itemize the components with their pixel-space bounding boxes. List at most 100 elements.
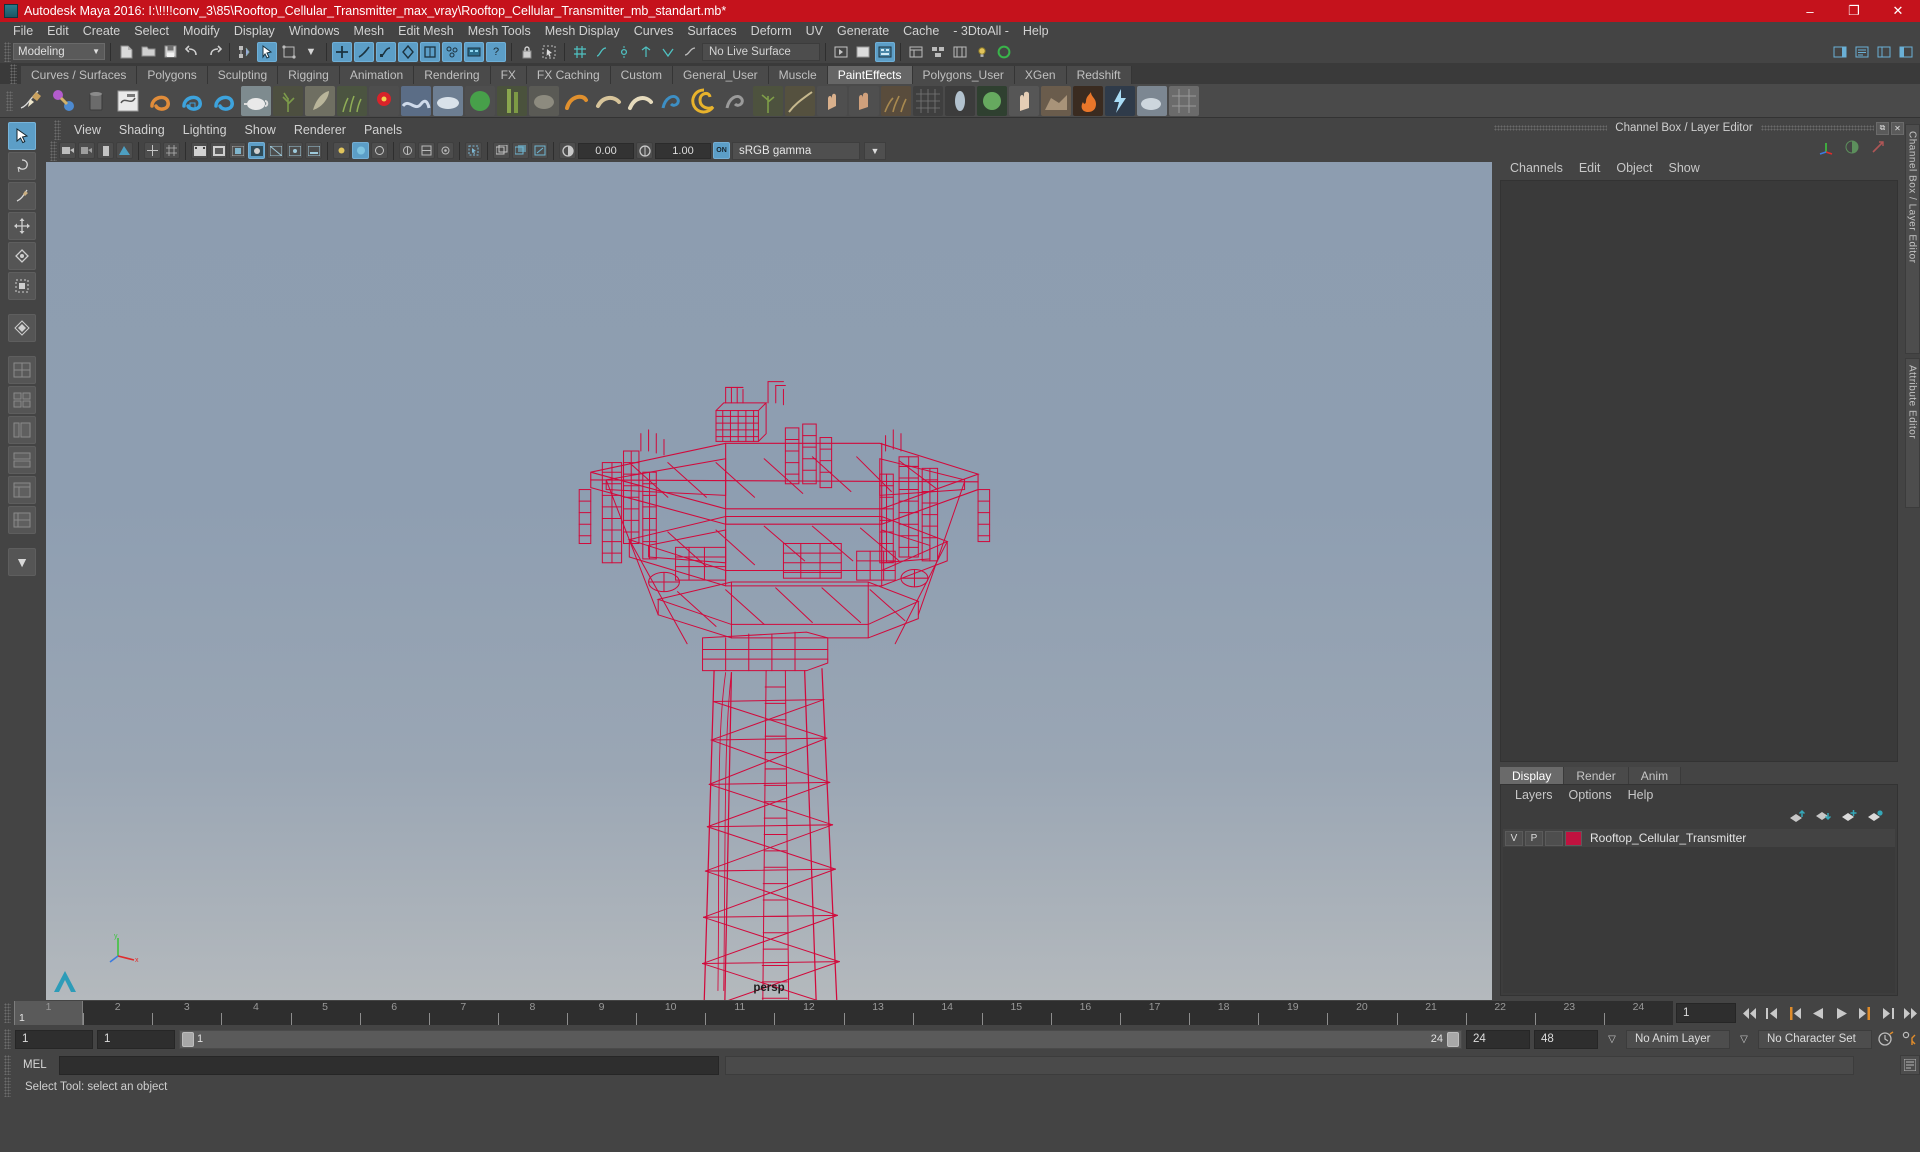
minimize-button[interactable]: – [1788, 0, 1832, 22]
new-layer-from-selection-icon[interactable] [1867, 809, 1883, 823]
maximize-button[interactable]: ❐ [1832, 0, 1876, 22]
script-editor-icon[interactable] [1900, 1055, 1920, 1075]
mask-dynamics-icon[interactable] [442, 41, 462, 62]
preset-lightning-icon[interactable] [1105, 85, 1135, 116]
snap-curve-icon[interactable] [592, 42, 612, 62]
toggle-channel-box-icon[interactable] [1874, 42, 1894, 62]
menu-help[interactable]: Help [1016, 22, 1056, 40]
preset-tree-icon[interactable] [753, 85, 783, 116]
menu-edit[interactable]: Edit [40, 22, 76, 40]
shelf-tab-general-user[interactable]: General_User [672, 66, 769, 84]
layer-list[interactable]: V P Rooftop_Cellular_Transmitter [1503, 829, 1895, 993]
display-toggle-icon[interactable] [1844, 139, 1860, 155]
command-line-grip[interactable] [4, 1055, 11, 1075]
channel-box-menu-channels[interactable]: Channels [1502, 161, 1571, 175]
paint-brush-icon[interactable] [17, 85, 47, 116]
isolate-select-icon[interactable] [465, 142, 482, 160]
two-d-pan-zoom-icon[interactable] [144, 142, 161, 160]
move-tool[interactable] [8, 212, 36, 240]
texture-toggle-icon[interactable] [352, 142, 369, 160]
step-back-frame-button[interactable] [1785, 1003, 1805, 1023]
menu-3dtoall[interactable]: - 3DtoAll - [946, 22, 1016, 40]
color-profile-dropdown[interactable]: sRGB gamma [732, 141, 860, 160]
shelf-tab-xgen[interactable]: XGen [1014, 66, 1067, 84]
command-language-label[interactable]: MEL [17, 1059, 53, 1071]
bookmark-icon[interactable] [97, 142, 114, 160]
mask-rendering-icon[interactable] [464, 41, 484, 62]
animation-preferences-icon[interactable] [1876, 1029, 1896, 1049]
paint-effects-canvas-icon[interactable] [113, 86, 143, 116]
channel-box-menu-show[interactable]: Show [1661, 161, 1708, 175]
preset-flower-red-icon[interactable] [369, 85, 399, 116]
last-tool-used[interactable] [8, 314, 36, 342]
preset-mesh-icon[interactable] [913, 85, 943, 116]
layer-tab-anim[interactable]: Anim [1628, 767, 1682, 784]
character-set-dropdown[interactable]: No Character Set [1758, 1029, 1872, 1049]
highlight-selection-icon[interactable] [539, 42, 559, 62]
color-wheel-icon[interactable] [994, 42, 1014, 62]
viewport-menu-show[interactable]: Show [236, 123, 285, 137]
lasso-tool[interactable] [8, 152, 36, 180]
time-slider-grip[interactable] [4, 1003, 11, 1023]
menu-curves[interactable]: Curves [627, 22, 681, 40]
shelf-icons-grip[interactable] [6, 90, 13, 111]
range-end-handle[interactable] [1447, 1031, 1459, 1047]
viewport-menu-renderer[interactable]: Renderer [285, 123, 355, 137]
camera-attributes-icon[interactable] [78, 142, 95, 160]
mask-misc-icon[interactable]: ? [486, 41, 506, 62]
menu-surfaces[interactable]: Surfaces [680, 22, 743, 40]
layer-tab-render[interactable]: Render [1564, 767, 1629, 784]
shelf-tab-redshift[interactable]: Redshift [1066, 66, 1132, 84]
lock-selection-icon[interactable] [517, 42, 537, 62]
snap-grid-icon[interactable] [570, 42, 590, 62]
layer-menu-options[interactable]: Options [1561, 788, 1620, 802]
channel-box-menu-object[interactable]: Object [1608, 161, 1660, 175]
preset-teapot-icon[interactable] [241, 85, 271, 116]
layout-outliner-persp[interactable] [8, 416, 36, 444]
snap-point-icon[interactable] [614, 42, 634, 62]
character-set-chevron-down-icon[interactable]: ▽ [1734, 1029, 1754, 1049]
menu-generate[interactable]: Generate [830, 22, 896, 40]
mask-surfaces-icon[interactable] [398, 41, 418, 62]
select-object-icon[interactable] [257, 41, 277, 62]
panel-drag-dots-right[interactable] [1760, 125, 1875, 131]
playback-start-field[interactable]: 1 [97, 1029, 175, 1049]
shelf-tab-fx[interactable]: FX [490, 66, 527, 84]
viewport-render-region-icon[interactable] [531, 142, 548, 160]
preset-grass-icon[interactable] [337, 85, 367, 116]
viewport-menu-lighting[interactable]: Lighting [174, 123, 236, 137]
selection-mask-chevron-icon[interactable]: ▼ [301, 42, 321, 62]
preset-bamboo-icon[interactable] [497, 85, 527, 116]
layout-hypershade[interactable] [8, 476, 36, 504]
menu-mesh[interactable]: Mesh [347, 22, 392, 40]
preset-swirl-grey-icon[interactable] [721, 86, 751, 116]
shelf-grip[interactable] [10, 64, 17, 84]
layout-bookmark-menu[interactable]: ▼ [8, 548, 36, 576]
layer-row[interactable]: V P Rooftop_Cellular_Transmitter [1503, 829, 1895, 847]
preset-hand1-icon[interactable] [817, 85, 847, 116]
layer-color-swatch[interactable] [1565, 830, 1582, 846]
shelf-tab-painteffects[interactable]: PaintEffects [827, 66, 913, 84]
layer-menu-layers[interactable]: Layers [1507, 788, 1561, 802]
new-scene-icon[interactable] [116, 42, 136, 62]
anim-layer-dropdown[interactable]: No Anim Layer [1626, 1029, 1730, 1049]
time-slider-ticks[interactable]: 1 1 2 3 4 5 6 7 8 9 10 11 12 13 14 15 16 17 18 19 20 21 22 23 24 [14, 1001, 1673, 1025]
panel-drag-dots[interactable] [1494, 125, 1608, 131]
shelf-tab-polygons-user[interactable]: Polygons_User [912, 66, 1015, 84]
ipr-render-icon[interactable] [875, 41, 895, 62]
menu-select[interactable]: Select [127, 22, 176, 40]
menu-edit-mesh[interactable]: Edit Mesh [391, 22, 461, 40]
select-hierarchy-icon[interactable] [235, 42, 255, 62]
xray-joints-icon[interactable] [286, 142, 303, 160]
playback-end-field[interactable]: 24 [1466, 1029, 1530, 1049]
snap-projected-center-icon[interactable] [636, 42, 656, 62]
shelf-tab-fx-caching[interactable]: FX Caching [526, 66, 611, 84]
preset-swirl-yellow-icon[interactable] [689, 86, 719, 116]
select-tool[interactable] [8, 122, 36, 150]
multisample-aa-icon[interactable] [418, 142, 435, 160]
close-button[interactable]: ✕ [1876, 0, 1920, 22]
anim-start-field[interactable]: 1 [15, 1029, 93, 1049]
save-scene-icon[interactable] [160, 42, 180, 62]
gamma-field[interactable]: 1.00 [655, 142, 711, 159]
arrow-up-right-icon[interactable] [1870, 139, 1886, 155]
